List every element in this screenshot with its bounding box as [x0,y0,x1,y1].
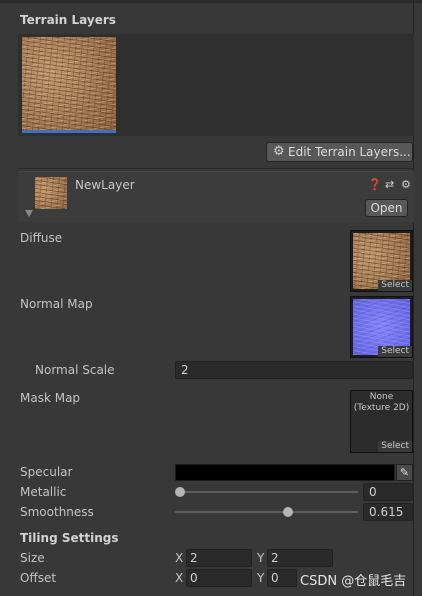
edit-terrain-layers-button[interactable]: ⚙ Edit Terrain Layers... [266,142,413,162]
mask-map-texture-slot[interactable]: None (Texture 2D) Select [350,390,413,453]
diffuse-label: Diffuse [20,231,63,245]
normal-scale-value: 2 [181,363,189,377]
offset-x-value: 0 [190,571,198,585]
smoothness-label: Smoothness [20,505,94,519]
specular-color-field[interactable] [175,464,395,481]
open-button-label: Open [370,201,403,215]
offset-y-axis-label: Y [257,571,265,585]
metallic-slider-track[interactable] [180,491,358,493]
tiling-settings-title: Tiling Settings [20,531,119,545]
offset-x-axis-label: X [175,571,184,585]
size-y-axis-label: Y [257,551,265,565]
offset-y-value: 0 [271,571,279,585]
size-x-input[interactable]: 2 [186,549,252,567]
normal-scale-input[interactable]: 2 [175,361,413,379]
metallic-slider-handle[interactable] [175,487,185,497]
open-button[interactable]: Open [365,199,408,217]
gear-icon: ⚙ [273,144,285,159]
metallic-label: Metallic [20,485,67,499]
layer-name: NewLayer [75,178,135,192]
diffuse-select-button[interactable]: Select [378,280,412,291]
metallic-value: 0 [369,485,377,499]
offset-y-input[interactable]: 0 [267,569,297,587]
terrain-layers-title: Terrain Layers [20,13,116,27]
size-y-input[interactable]: 2 [267,549,333,567]
mask-map-select-button[interactable]: Select [378,441,412,452]
size-label: Size [20,551,45,565]
top-divider [0,0,422,3]
offset-label: Offset [20,571,57,585]
metallic-input[interactable]: 0 [363,483,413,501]
smoothness-slider-handle[interactable] [282,507,293,517]
smoothness-input[interactable]: 0.615 [363,503,413,521]
smoothness-slider-track[interactable] [175,511,358,513]
foldout-arrow-icon[interactable] [25,210,33,217]
smoothness-value: 0.615 [369,505,404,519]
eyedropper-icon[interactable]: ✎ [396,464,413,481]
specular-label: Specular [20,465,73,479]
normal-map-label: Normal Map [20,297,93,311]
help-icon[interactable]: ❓ [368,178,382,191]
terrain-layer-thumbnail[interactable] [22,37,116,130]
mask-map-none-text: None [369,392,394,402]
offset-x-input[interactable]: 0 [186,569,252,587]
divider [18,168,414,169]
size-y-value: 2 [271,551,279,565]
layer-thumbnail [35,177,67,209]
edit-terrain-layers-label: Edit Terrain Layers... [288,145,411,159]
normal-scale-label: Normal Scale [35,363,115,377]
normal-map-texture-slot[interactable]: Select [350,296,413,358]
preset-icon[interactable]: ⇄ [385,178,394,191]
selected-layer-indicator [22,130,116,133]
mask-map-label: Mask Map [20,391,81,405]
mask-map-type-text: (Texture 2D) [353,403,410,413]
diffuse-texture-slot[interactable]: Select [350,230,413,292]
size-x-value: 2 [190,551,198,565]
normal-map-select-button[interactable]: Select [378,346,412,357]
size-x-axis-label: X [175,551,184,565]
settings-gear-icon[interactable]: ⚙ [401,178,411,191]
watermark-text: CSDN @仓鼠毛吉 [300,574,407,589]
